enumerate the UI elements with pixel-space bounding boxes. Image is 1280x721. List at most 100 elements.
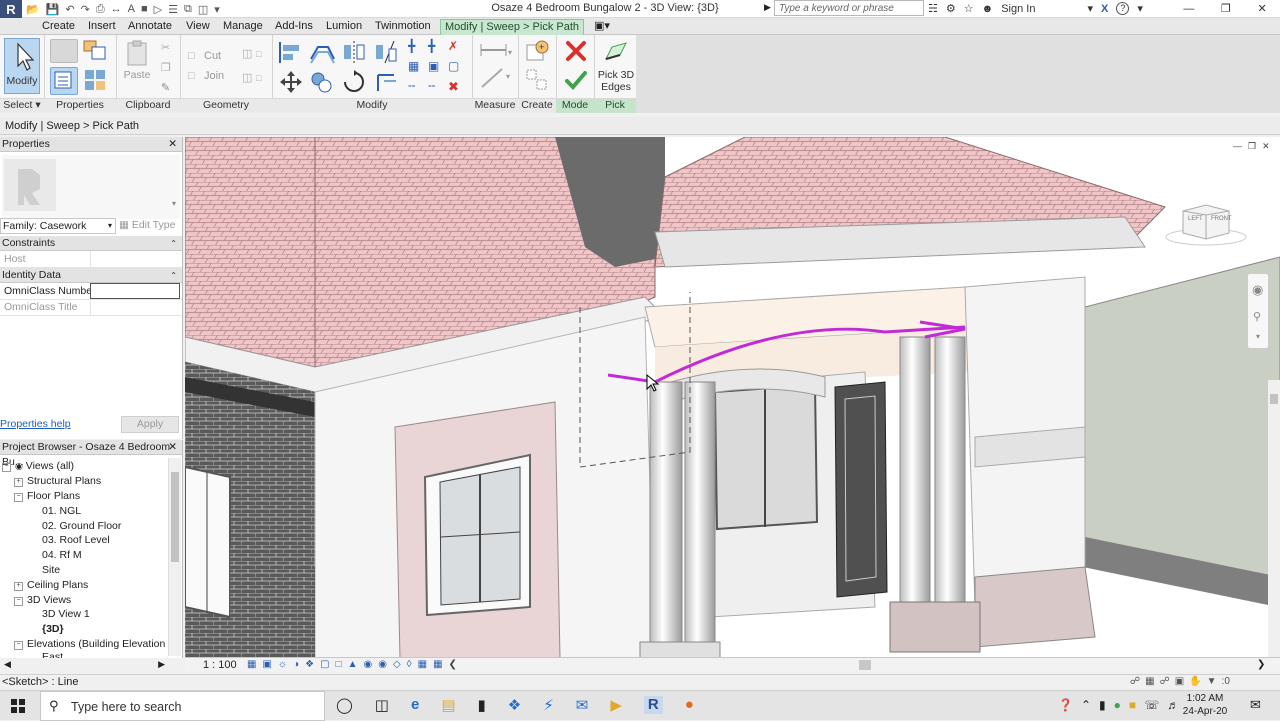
geometry-more-2-icon[interactable]: □ [256, 73, 261, 83]
geometry-more-1-icon[interactable]: □ [256, 49, 261, 59]
split-gap-icon[interactable]: ╋ [428, 39, 446, 55]
tab-manage[interactable]: Manage [219, 19, 267, 35]
tree-item-3d-views[interactable]: −3D Views [14, 594, 71, 606]
rotate-icon[interactable] [340, 69, 368, 95]
trim-extend-corner-icon[interactable] [372, 69, 400, 95]
subscription-icon[interactable]: ⚙ [946, 2, 956, 15]
select-underlay-icon[interactable]: ▦ [1145, 676, 1154, 687]
reveal-hidden-icon[interactable]: ◉ [378, 659, 387, 670]
show-crop-icon[interactable]: □ [336, 659, 342, 670]
thin-lines-icon[interactable]: ☰ [168, 3, 178, 16]
offset-icon[interactable] [308, 39, 336, 65]
help-button[interactable]: ? [1116, 2, 1130, 15]
edge-icon[interactable]: e [411, 696, 419, 714]
detail-level-icon[interactable]: ▦ [247, 659, 256, 670]
join-geometry-button[interactable]: Join [204, 70, 224, 82]
cortana-icon[interactable]: ◯ [336, 696, 353, 714]
modify-button[interactable]: Modify [4, 38, 40, 94]
select-dropdown[interactable]: Select ▾ [0, 98, 44, 113]
binoculars-icon[interactable]: ☵ [928, 2, 938, 15]
tree-item-ceiling-plans[interactable]: + Ceiling Plans [14, 579, 88, 591]
type-properties-icon[interactable] [82, 39, 108, 61]
lock-view-icon[interactable]: ▲ [348, 659, 358, 670]
view-vertical-scroll-thumb[interactable] [1270, 394, 1278, 404]
tree-item-floor-plans[interactable]: − Floor Plans [14, 490, 80, 502]
mail-icon[interactable]: ✉ [576, 696, 589, 714]
view-close-icon[interactable]: ✕ [1262, 141, 1270, 153]
nav-dropdown-icon[interactable]: ▾ [1256, 332, 1260, 341]
cut-icon[interactable]: ✂ [161, 41, 170, 54]
omniclass-number-field[interactable] [90, 283, 180, 299]
application-menu-button[interactable]: R [0, 0, 22, 20]
search-expand-icon[interactable]: ▶ [764, 2, 771, 13]
array-icon[interactable]: ▦ [408, 59, 426, 75]
apply-button[interactable]: Apply [121, 416, 179, 433]
measure-between-icon[interactable]: ▾ [478, 41, 512, 59]
copy-element-icon[interactable] [308, 69, 336, 95]
favorites-icon[interactable]: ☆ [964, 2, 974, 15]
view-horizontal-scroll-thumb[interactable] [859, 660, 871, 670]
shadows-icon[interactable]: ◑ [293, 659, 299, 670]
tab-modify-sweep-pick-path[interactable]: Modify | Sweep > Pick Path [440, 19, 585, 36]
revit-taskbar-icon[interactable]: R [643, 696, 663, 714]
tab-view[interactable]: View [182, 19, 214, 35]
minimize-icon[interactable]: — [1183, 3, 1194, 15]
scroll-left-icon[interactable]: ◀ [4, 659, 11, 670]
tab-add-ins[interactable]: Add-Ins [271, 19, 317, 35]
view-cube-front-face[interactable]: FRONT [1211, 216, 1232, 222]
customize-qat-icon[interactable]: ▾ [214, 3, 220, 16]
highlight-displacement-icon[interactable]: ▦ [418, 659, 427, 670]
sign-in-button[interactable]: Sign In [1001, 3, 1035, 15]
constraints-section[interactable]: Constraints ⌃ [0, 236, 182, 251]
view-scroll-left-icon[interactable]: ❮ [449, 659, 457, 670]
dimension-icon[interactable]: ▾ [478, 65, 512, 91]
visual-style-icon[interactable]: ▣ [262, 659, 271, 670]
mirror-draw-icon[interactable] [372, 39, 400, 65]
vs-code-icon[interactable]: ⚡ [543, 696, 554, 714]
cancel-edit-mode-icon[interactable] [564, 39, 588, 63]
copy-icon[interactable]: ❐ [161, 61, 171, 74]
unpin-icon[interactable]: ▢ [448, 59, 466, 75]
match-type-icon[interactable]: ✎ [161, 81, 170, 94]
trim-multiple-icon[interactable]: ╌ [428, 79, 446, 95]
view-scale-button[interactable]: 1 : 100 [203, 659, 237, 671]
browser-scroll-thumb[interactable] [171, 472, 179, 562]
text-icon[interactable]: A [128, 3, 135, 15]
view-vertical-scrollbar[interactable] [1268, 380, 1280, 658]
create-group-icon[interactable] [524, 67, 550, 93]
cope-icon[interactable]: □ [188, 50, 195, 62]
family-types-icon[interactable] [50, 39, 78, 63]
switch-windows-icon[interactable]: ◫ [198, 3, 208, 16]
close-icon[interactable]: ✕ [168, 440, 177, 455]
view-restore-icon[interactable]: ❐ [1248, 141, 1256, 153]
undo-icon[interactable]: ↶ [65, 3, 74, 16]
split-face-icon[interactable]: ◫ [242, 71, 252, 84]
tree-item-views-all[interactable]: − ◉ Views (all) [2, 460, 74, 472]
antivirus-icon[interactable]: ● [1114, 698, 1121, 712]
identity-data-section[interactable]: Identity Data ⌃ [0, 268, 182, 283]
measure-icon[interactable]: ↔ [111, 3, 122, 15]
taskbar-search-box[interactable]: ⚲ Type here to search [40, 691, 325, 721]
tab-insert[interactable]: Insert [84, 19, 120, 35]
properties-help-link[interactable]: Properties help [0, 418, 71, 430]
sun-path-icon[interactable]: ☼ [278, 659, 287, 670]
paste-label[interactable]: Paste [120, 69, 154, 81]
trim-single-icon[interactable]: ╌ [408, 79, 426, 95]
close-hidden-icon[interactable]: ⧉ [184, 3, 192, 16]
exchange-apps-icon[interactable]: X [1101, 3, 1108, 15]
temporary-hide-icon[interactable]: ◉ [364, 659, 373, 670]
firefox-icon[interactable]: ● [685, 696, 694, 714]
redo-icon[interactable]: ↷ [81, 3, 90, 16]
split-element-icon[interactable]: ╋ [408, 39, 426, 55]
crop-view-icon[interactable]: ▢ [320, 659, 329, 670]
tree-item-3d-view-1[interactable]: 3D View 1 [42, 608, 90, 620]
pin-icon[interactable]: ✗ [448, 39, 466, 55]
move-icon[interactable] [276, 69, 306, 95]
tree-item-03-roof-level[interactable]: 03. Roof Level [42, 534, 110, 546]
tree-item-site[interactable]: Site [42, 564, 60, 576]
align-icon[interactable] [276, 39, 306, 65]
help-tray-icon[interactable]: ❓ [1058, 698, 1073, 712]
finish-edit-mode-icon[interactable] [564, 69, 588, 91]
select-by-face-icon[interactable]: ▣ [1175, 676, 1184, 687]
close-icon[interactable]: ✕ [168, 137, 177, 152]
